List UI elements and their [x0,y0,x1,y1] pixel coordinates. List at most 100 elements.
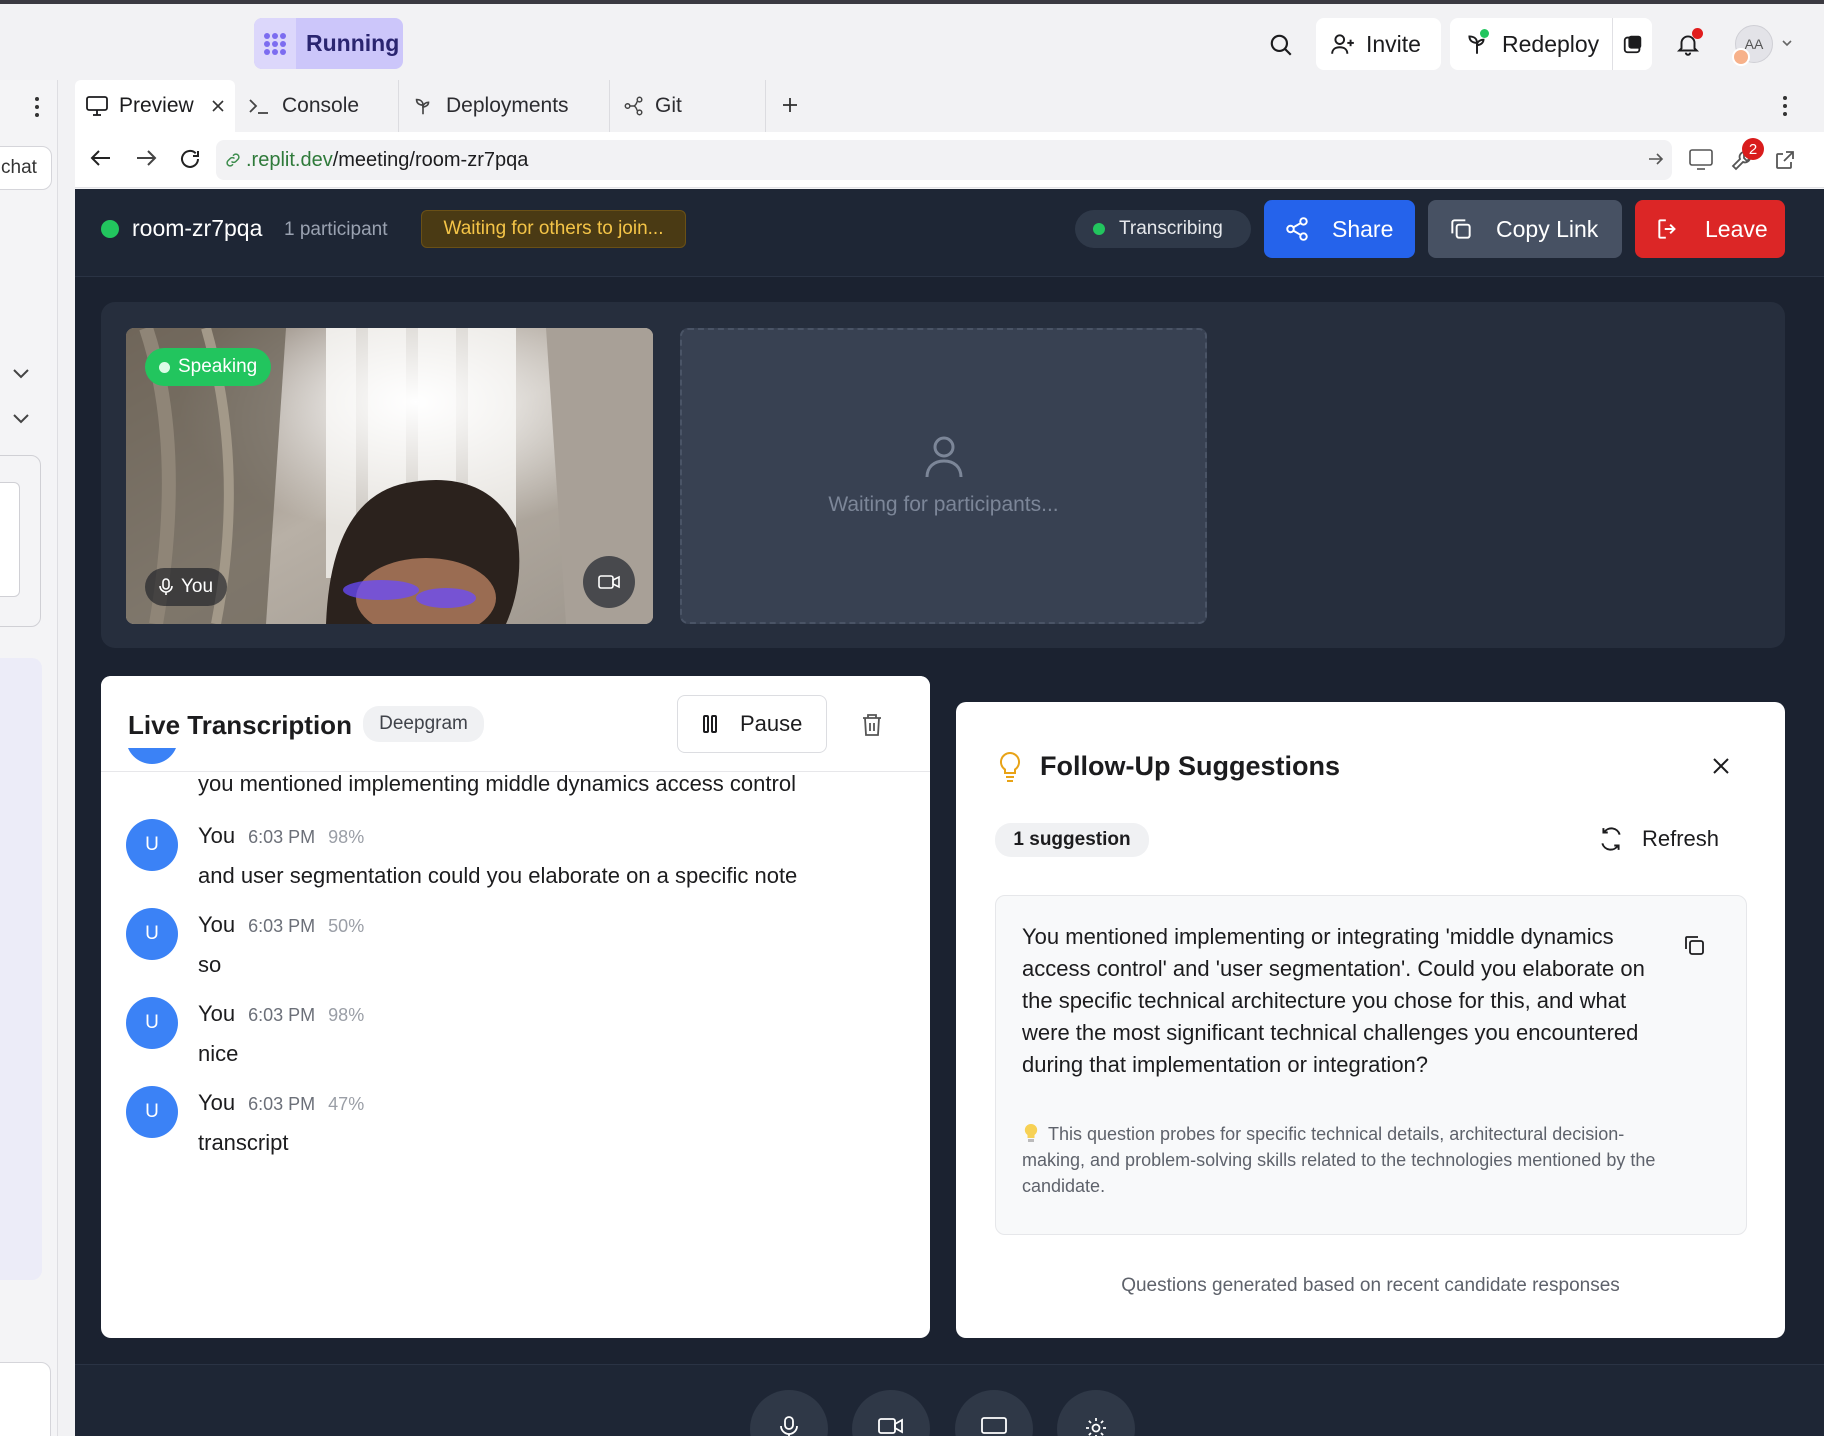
transcript-text: so [198,952,222,977]
pause-button[interactable]: Pause [677,695,827,753]
run-status-button[interactable]: Running [254,18,403,69]
speaker-name: You [198,1001,236,1026]
notifications-bell-icon[interactable] [1668,24,1708,64]
transcribing-dot [1093,223,1105,235]
chat-tab[interactable]: chat [0,146,52,190]
tab-preview-label: Preview [119,94,194,117]
transcript-meta: You 6:03 PM 47% [198,1090,364,1116]
confidence-score: 98% [328,1005,365,1025]
participant-count: 1 participant [284,219,388,240]
running-icon [254,18,296,69]
run-status-label: Running [306,30,400,56]
monitor-icon [85,95,109,117]
back-arrow-icon[interactable] [90,148,112,168]
camera-toggle-button[interactable] [583,556,635,608]
provider-badge: Deepgram [363,706,484,742]
tab-console[interactable]: Console [236,80,399,132]
suggestions-title: Follow-Up Suggestions [1040,751,1340,781]
microphone-icon [780,1416,798,1436]
user-avatar[interactable]: AA [1732,25,1773,66]
forward-arrow-icon[interactable] [135,148,157,168]
speaking-badge: Speaking [145,348,272,386]
suggestions-footer: Questions generated based on recent cand… [1121,1275,1620,1296]
connection-status-dot [101,220,119,238]
refresh-icon[interactable] [178,147,202,171]
speaking-dot [159,361,170,373]
empty-participant-tile: Waiting for participants... [680,328,1207,624]
go-arrow-icon[interactable] [1648,152,1664,166]
self-name-tag: You [145,568,228,606]
chevron-down-icon[interactable] [1780,36,1794,50]
speaker-avatar: U [126,819,178,871]
pause-label: Pause [740,711,803,736]
lightbulb-icon [998,751,1022,783]
user-avatar-initials: AA [1744,36,1764,52]
speaking-label: Speaking [178,356,258,377]
chevron-down-icon[interactable] [12,368,30,380]
copy-link-label: Copy Link [1496,215,1599,242]
leave-button[interactable]: Leave [1635,200,1785,258]
message-time: 6:03 PM [248,1094,316,1114]
tab-deployments[interactable]: Deployments [400,80,610,132]
chevron-down-icon[interactable] [12,413,30,425]
tab-preview[interactable]: Preview [75,80,235,132]
deploy-status-icon[interactable] [1612,18,1652,70]
share-label: Share [1332,215,1394,242]
share-button[interactable]: Share [1264,200,1415,258]
devtools-badge: 2 [1742,138,1764,160]
speaker-avatar: U [126,1086,178,1138]
terminal-icon [248,97,270,115]
link-icon [224,151,242,169]
self-name-label: You [181,576,214,597]
device-preview-icon[interactable] [1688,148,1714,172]
deploy-icon [1464,29,1490,57]
share-icon [1284,216,1310,242]
delete-trash-icon[interactable] [860,712,884,738]
message-time: 6:03 PM [248,827,316,847]
invite-label: Invite [1366,30,1421,57]
copy-link-button[interactable]: Copy Link [1428,200,1622,258]
confidence-score: 50% [328,916,365,936]
add-user-icon [1330,31,1356,57]
partial-message-text: you mentioned implementing middle dynami… [198,771,796,796]
open-external-icon[interactable] [1773,148,1797,172]
refresh-button[interactable]: Refresh [1598,826,1719,852]
tab-console-label: Console [282,94,360,117]
message-time: 6:03 PM [248,1005,316,1025]
url-field[interactable]: .replit.dev/meeting/room-zr7pqa [216,140,1672,180]
speaker-avatar: U [126,908,178,960]
video-camera-icon [878,1418,903,1434]
redeploy-label: Redeploy [1502,30,1600,57]
suggestion-count-badge: 1 suggestion [995,823,1149,857]
add-tab-icon[interactable] [780,95,800,115]
leave-label: Leave [1705,215,1768,242]
left-panel-menu-icon[interactable] [34,96,40,118]
speaker-name: You [198,912,236,937]
tab-git-label: Git [655,94,682,117]
partial-avatar [126,748,178,764]
message-time: 6:03 PM [248,916,316,936]
speaker-name: You [198,1090,236,1115]
tab-git[interactable]: Git [611,80,766,132]
speaker-avatar: U [126,997,178,1049]
transcript-meta: You 6:03 PM 50% [198,912,364,938]
devtools-wrench-icon[interactable]: 2 [1730,138,1764,172]
waiting-banner: Waiting for others to join... [421,210,686,248]
refresh-label: Refresh [1642,826,1720,851]
copy-icon[interactable] [1682,933,1706,957]
provider-label: Deepgram [379,713,468,734]
waiting-banner-text: Waiting for others to join... [443,218,664,239]
speaker-name: You [198,823,236,848]
avatar-badge [1732,48,1750,66]
more-options-icon[interactable] [1782,95,1788,117]
leave-icon [1655,216,1681,242]
screen-share-icon [981,1417,1007,1434]
close-tab-icon[interactable] [212,100,224,112]
transcript-text: nice [198,1041,239,1066]
transcript-meta: You 6:03 PM 98% [198,1001,364,1027]
close-icon[interactable] [1712,757,1730,775]
suggestion-question: You mentioned implementing or integratin… [1022,924,1645,1077]
search-icon[interactable] [1262,26,1300,64]
person-icon [924,435,964,479]
invite-button[interactable]: Invite [1316,18,1441,70]
